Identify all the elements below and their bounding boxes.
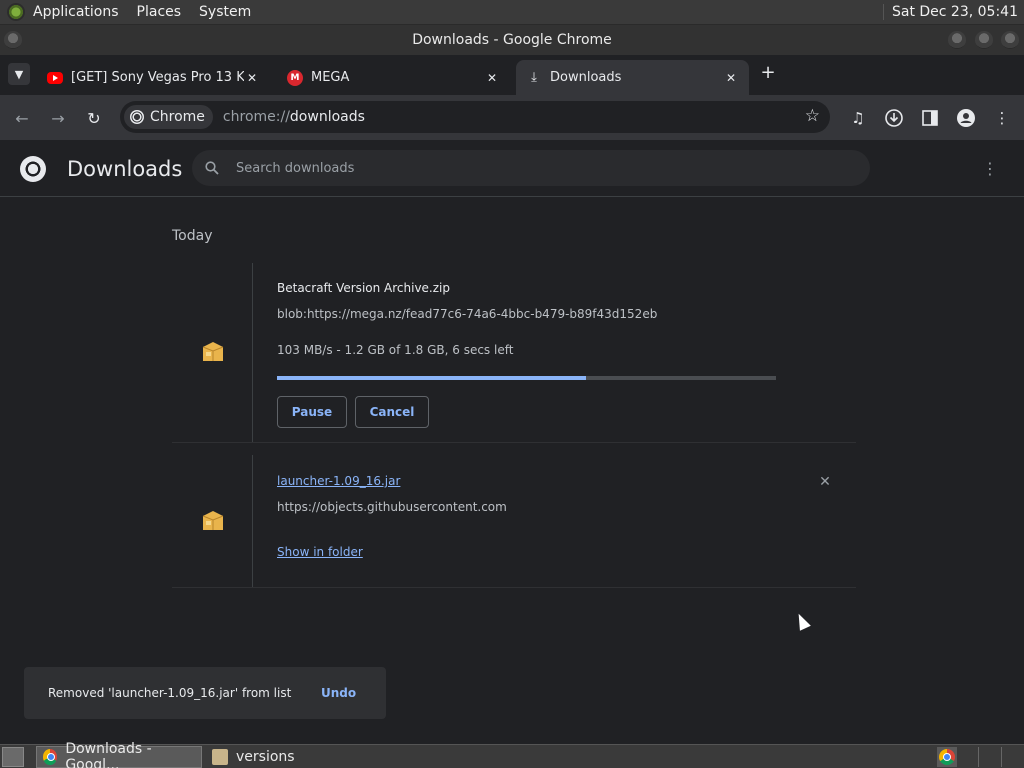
archive-file-icon <box>202 342 224 361</box>
section-date-header: Today <box>172 228 213 244</box>
download-icon: ⤓ <box>531 70 537 85</box>
close-tab-icon[interactable]: ✕ <box>484 70 500 86</box>
download-status: 103 MB/s - 1.2 GB of 1.8 GB, 6 secs left <box>277 343 514 357</box>
menu-applications[interactable]: Applications <box>33 4 119 20</box>
bookmark-star-icon[interactable]: ☆ <box>805 106 820 126</box>
system-clock[interactable]: Sat Dec 23, 05:41 <box>882 4 1018 20</box>
taskbar-item-versions[interactable]: versions <box>206 746 301 768</box>
archive-file-icon <box>202 511 224 530</box>
chrome-icon <box>130 110 144 124</box>
taskbar: Downloads - Googl... versions <box>0 741 1024 768</box>
folder-icon <box>212 748 228 765</box>
chevron-down-icon: ▼ <box>14 67 24 81</box>
tab-label: Downloads <box>550 70 622 85</box>
mega-icon: M <box>287 69 303 86</box>
download-item: Betacraft Version Archive.zip blob:https… <box>172 263 856 443</box>
chrome-icon <box>939 749 955 765</box>
progress-fill <box>277 376 587 380</box>
pause-button[interactable]: Pause <box>277 396 347 428</box>
profile-button[interactable] <box>954 106 978 130</box>
profile-avatar-icon <box>957 109 975 127</box>
back-button[interactable]: ← <box>11 107 33 129</box>
download-url[interactable]: https://objects.githubusercontent.com <box>277 500 507 514</box>
undo-toast: Removed 'launcher-1.09_16.jar' from list… <box>24 667 386 719</box>
tab-label: [GET] Sony Vegas Pro 13 Key <box>71 70 244 85</box>
workspace-switcher[interactable] <box>937 747 957 767</box>
search-input[interactable] <box>236 160 836 176</box>
maximize-icon[interactable] <box>975 31 993 49</box>
new-tab-button[interactable]: + <box>758 61 778 83</box>
site-info-chip[interactable]: Chrome <box>124 105 213 129</box>
youtube-icon <box>47 71 63 84</box>
side-panel-icon <box>922 110 938 126</box>
download-progress-bar <box>277 376 776 380</box>
tab-sony-vegas[interactable]: [GET] Sony Vegas Pro 13 Key ✕ <box>37 60 270 95</box>
chrome-icon <box>43 748 58 765</box>
workspace-divider <box>1001 747 1002 767</box>
mouse-cursor-icon <box>793 611 811 631</box>
forward-button[interactable]: → <box>47 107 69 129</box>
playlist-icon: ♫ <box>851 109 865 127</box>
side-panel-button[interactable] <box>918 106 942 130</box>
close-tab-icon[interactable]: ✕ <box>244 70 260 86</box>
system-panel: Applications Places System Sat Dec 23, 0… <box>0 0 1024 25</box>
menu-places[interactable]: Places <box>137 4 182 20</box>
kebab-menu-icon: ⋮ <box>982 158 998 178</box>
arrow-right-icon: → <box>51 108 65 128</box>
file-icon-column <box>172 455 253 587</box>
distro-logo-icon[interactable] <box>7 3 25 21</box>
chrome-menu-button[interactable]: ⋮ <box>990 106 1014 130</box>
url-host: downloads <box>289 109 365 125</box>
close-tab-icon[interactable]: ✕ <box>723 70 739 86</box>
downloads-toolbar-button[interactable] <box>882 106 906 130</box>
tab-search-button[interactable]: ▼ <box>8 63 30 85</box>
tab-mega[interactable]: M MEGA ✕ <box>277 60 510 95</box>
download-url[interactable]: blob:https://mega.nz/fead77c6-74a6-4bbc-… <box>277 307 657 321</box>
reload-icon: ↻ <box>87 108 101 128</box>
show-in-folder-link[interactable]: Show in folder <box>277 545 363 559</box>
kebab-menu-icon: ⋮ <box>994 109 1010 127</box>
taskbar-item-label: Downloads - Googl... <box>65 740 152 768</box>
tab-label: MEGA <box>311 70 350 85</box>
toast-message: Removed 'launcher-1.09_16.jar' from list <box>48 686 292 700</box>
url-scheme: chrome:// <box>222 109 290 125</box>
minimize-icon[interactable] <box>948 31 966 49</box>
download-filename: Betacraft Version Archive.zip <box>277 281 450 295</box>
media-controls-button[interactable]: ♫ <box>846 106 870 130</box>
remove-download-button[interactable]: ✕ <box>817 474 833 490</box>
tab-downloads[interactable]: ⤓ Downloads ✕ <box>516 60 749 95</box>
site-chip-label: Chrome <box>150 109 205 125</box>
show-desktop-button[interactable] <box>2 746 24 767</box>
close-icon: ✕ <box>819 474 831 490</box>
file-icon-column <box>172 263 253 442</box>
taskbar-item-chrome[interactable]: Downloads - Googl... <box>36 741 202 768</box>
page-title: Downloads <box>67 157 183 181</box>
plus-icon: + <box>760 61 776 83</box>
reload-button[interactable]: ↻ <box>83 107 105 129</box>
search-downloads[interactable] <box>192 150 870 186</box>
search-icon <box>204 160 220 176</box>
address-bar[interactable]: Chrome chrome:// downloads ☆ <box>120 101 830 133</box>
undo-button[interactable]: Undo <box>321 686 356 700</box>
chrome-logo-icon <box>20 156 46 182</box>
cancel-button[interactable]: Cancel <box>355 396 429 428</box>
window-title: Downloads - Google Chrome <box>412 32 612 48</box>
close-window-icon[interactable] <box>1001 31 1019 49</box>
browser-toolbar: ← → ↻ Chrome chrome:// downloads ☆ ♫ ⋮ <box>0 95 1024 140</box>
workspace-divider <box>978 747 979 767</box>
download-item: launcher-1.09_16.jar https://objects.git… <box>172 455 856 588</box>
window-menu-icon[interactable] <box>4 31 22 49</box>
taskbar-item-label: versions <box>236 748 295 765</box>
arrow-left-icon: ← <box>15 108 29 128</box>
window-titlebar[interactable]: Downloads - Google Chrome <box>0 25 1024 55</box>
download-circle-icon <box>885 109 903 127</box>
tab-strip: ▼ [GET] Sony Vegas Pro 13 Key ✕ M MEGA ✕… <box>0 55 1024 95</box>
menu-system[interactable]: System <box>199 4 251 20</box>
downloads-header: Downloads ⋮ <box>0 140 1024 197</box>
downloads-menu-button[interactable]: ⋮ <box>980 158 1000 178</box>
download-filename-link[interactable]: launcher-1.09_16.jar <box>277 474 400 488</box>
